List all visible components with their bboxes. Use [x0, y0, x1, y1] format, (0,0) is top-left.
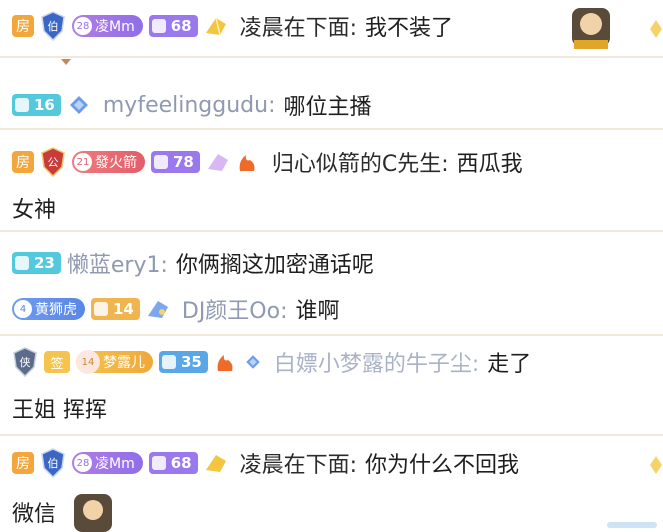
fan-badge: 28 凌Mm: [72, 452, 143, 474]
chat-message: 房 伯 28 凌Mm 68 凌晨在下面: 我不装了: [0, 0, 663, 56]
sign-in-badge: 签: [44, 351, 70, 373]
message-text-continued: 微信: [12, 502, 57, 527]
chat-message: 23 懒蓝ery1: 你俩搁这加密通话呢: [0, 242, 663, 286]
svg-text:伯: 伯: [48, 456, 59, 470]
chat-message: 4 黄狮虎 14 DJ颜王Oo: 谁啊: [0, 288, 663, 332]
message-text: 你为什么不回我: [365, 453, 520, 478]
diamond-icon: [69, 96, 88, 114]
username[interactable]: DJ颜王Oo:: [182, 293, 288, 325]
message-text: 我不装了: [365, 16, 454, 41]
message-text: 谁啊: [295, 299, 340, 324]
svg-text:侠: 侠: [20, 356, 31, 369]
gem-icon: [147, 301, 168, 318]
scroll-indicator: [607, 522, 657, 528]
fan-badge: 4 黄狮虎: [12, 298, 85, 320]
username[interactable]: myfeelinggudu:: [103, 93, 276, 118]
fan-badge: 28 凌Mm: [72, 15, 143, 37]
username[interactable]: 白嫖小梦露的牛子尘:: [274, 346, 479, 378]
fan-badge: 14 梦露儿: [76, 350, 153, 374]
room-manager-badge: 房: [12, 452, 34, 474]
room-manager-badge: 房: [12, 15, 34, 37]
flame-icon: [239, 155, 255, 171]
noble-shield-icon: 公: [41, 147, 65, 177]
message-text-continued: 女神: [12, 198, 57, 223]
gem-icon: [205, 17, 226, 36]
message-text: 哪位主播: [283, 95, 372, 120]
user-level-badge: 14: [91, 298, 140, 320]
user-level-badge: 68: [148, 15, 198, 37]
noble-shield-icon: 伯: [41, 448, 65, 478]
user-level-badge: 78: [151, 151, 200, 173]
caret-down-icon: [61, 59, 71, 65]
chat-message: 侠 签 14 梦露儿 35 白嫖小梦露的牛子尘: 走了 王姐 挥挥: [0, 340, 663, 432]
robot-avatar: [572, 8, 610, 49]
username[interactable]: 凌晨在下面:: [240, 10, 357, 42]
diamond-icon: [650, 20, 662, 38]
svg-text:公: 公: [48, 156, 59, 169]
flame-icon: [217, 355, 233, 371]
user-level-badge: 23: [12, 252, 61, 274]
robot-avatar: [74, 494, 113, 532]
message-text: 你俩搁这加密通话呢: [175, 253, 374, 278]
message-text-continued: 王姐 挥挥: [12, 398, 107, 423]
diamond-icon: [246, 355, 260, 369]
chat-message: 房 伯 28 凌Mm 68 凌晨在下面: 你为什么不回我 微信: [0, 442, 663, 532]
username[interactable]: 归心似箭的C先生:: [272, 146, 449, 178]
svg-text:伯: 伯: [48, 19, 59, 33]
gem-icon: [205, 455, 226, 472]
chat-message: 房 公 21 發火箭 78 归心似箭的C先生: 西瓜我 女神: [0, 138, 663, 228]
user-level-badge: 16: [12, 94, 61, 116]
message-text: 走了: [487, 352, 532, 377]
username[interactable]: 凌晨在下面:: [240, 447, 357, 479]
diamond-icon: [650, 456, 662, 474]
gem-icon: [207, 154, 228, 171]
noble-shield-icon: 侠: [13, 347, 37, 377]
username[interactable]: 懒蓝ery1:: [67, 247, 168, 279]
user-level-badge: 68: [148, 452, 198, 474]
user-level-badge: 35: [159, 351, 208, 373]
chat-message: 16 myfeelinggudu: 哪位主播: [0, 84, 663, 128]
noble-shield-icon: 伯: [41, 11, 65, 41]
fan-badge: 21 發火箭: [72, 151, 145, 173]
message-text: 西瓜我: [456, 152, 523, 177]
room-manager-badge: 房: [12, 151, 34, 173]
